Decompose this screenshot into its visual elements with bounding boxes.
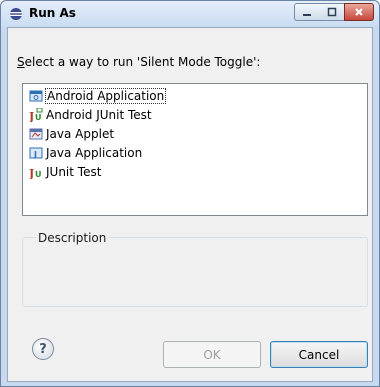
java-applet-icon bbox=[29, 127, 43, 141]
svg-text:J: J bbox=[29, 167, 34, 179]
list-item-java-application[interactable]: J Java Application bbox=[29, 144, 142, 161]
list-item-android-application[interactable]: Android Application bbox=[29, 87, 167, 104]
close-icon bbox=[355, 8, 363, 16]
svg-text:U: U bbox=[35, 170, 42, 179]
android-app-icon bbox=[29, 89, 43, 103]
svg-text:J: J bbox=[29, 110, 34, 122]
close-button[interactable] bbox=[344, 3, 374, 21]
list-item-android-junit-test[interactable]: JU Android JUnit Test bbox=[29, 106, 152, 123]
help-icon: ? bbox=[39, 341, 47, 357]
list-item-label: Java Applet bbox=[46, 126, 115, 141]
java-application-icon: J bbox=[29, 146, 43, 160]
title-bar[interactable]: Run As bbox=[1, 1, 379, 27]
ok-button[interactable]: OK bbox=[163, 341, 261, 368]
minimize-icon bbox=[303, 14, 311, 16]
junit-icon: JU bbox=[29, 165, 43, 179]
description-label: Description bbox=[36, 231, 109, 245]
android-junit-icon: JU bbox=[29, 107, 43, 122]
list-item-java-applet[interactable]: Java Applet bbox=[29, 125, 114, 142]
svg-text:U: U bbox=[35, 113, 42, 122]
help-button[interactable]: ? bbox=[32, 338, 54, 360]
prompt-mnemonic: S bbox=[17, 55, 25, 69]
description-group bbox=[22, 237, 368, 307]
prompt-label: Select a way to run 'Silent Mode Toggle'… bbox=[17, 55, 260, 69]
prompt-text: elect a way to run 'Silent Mode Toggle': bbox=[24, 55, 261, 69]
maximize-icon bbox=[327, 7, 336, 17]
maximize-button[interactable] bbox=[319, 3, 345, 21]
svg-text:J: J bbox=[33, 150, 37, 159]
minimize-button[interactable] bbox=[294, 3, 320, 21]
list-item-label: JUnit Test bbox=[46, 164, 102, 179]
eclipse-icon bbox=[10, 8, 22, 20]
list-item-label: Java Application bbox=[46, 145, 143, 160]
launch-type-list[interactable]: Android Application JU Android JUnit Tes… bbox=[22, 83, 368, 216]
list-item-label: Android JUnit Test bbox=[46, 107, 152, 122]
window-title: Run As bbox=[29, 6, 76, 20]
list-item-label: Android Application bbox=[44, 87, 167, 104]
list-item-junit-test[interactable]: JU JUnit Test bbox=[29, 163, 101, 180]
cancel-button[interactable]: Cancel bbox=[270, 341, 368, 368]
